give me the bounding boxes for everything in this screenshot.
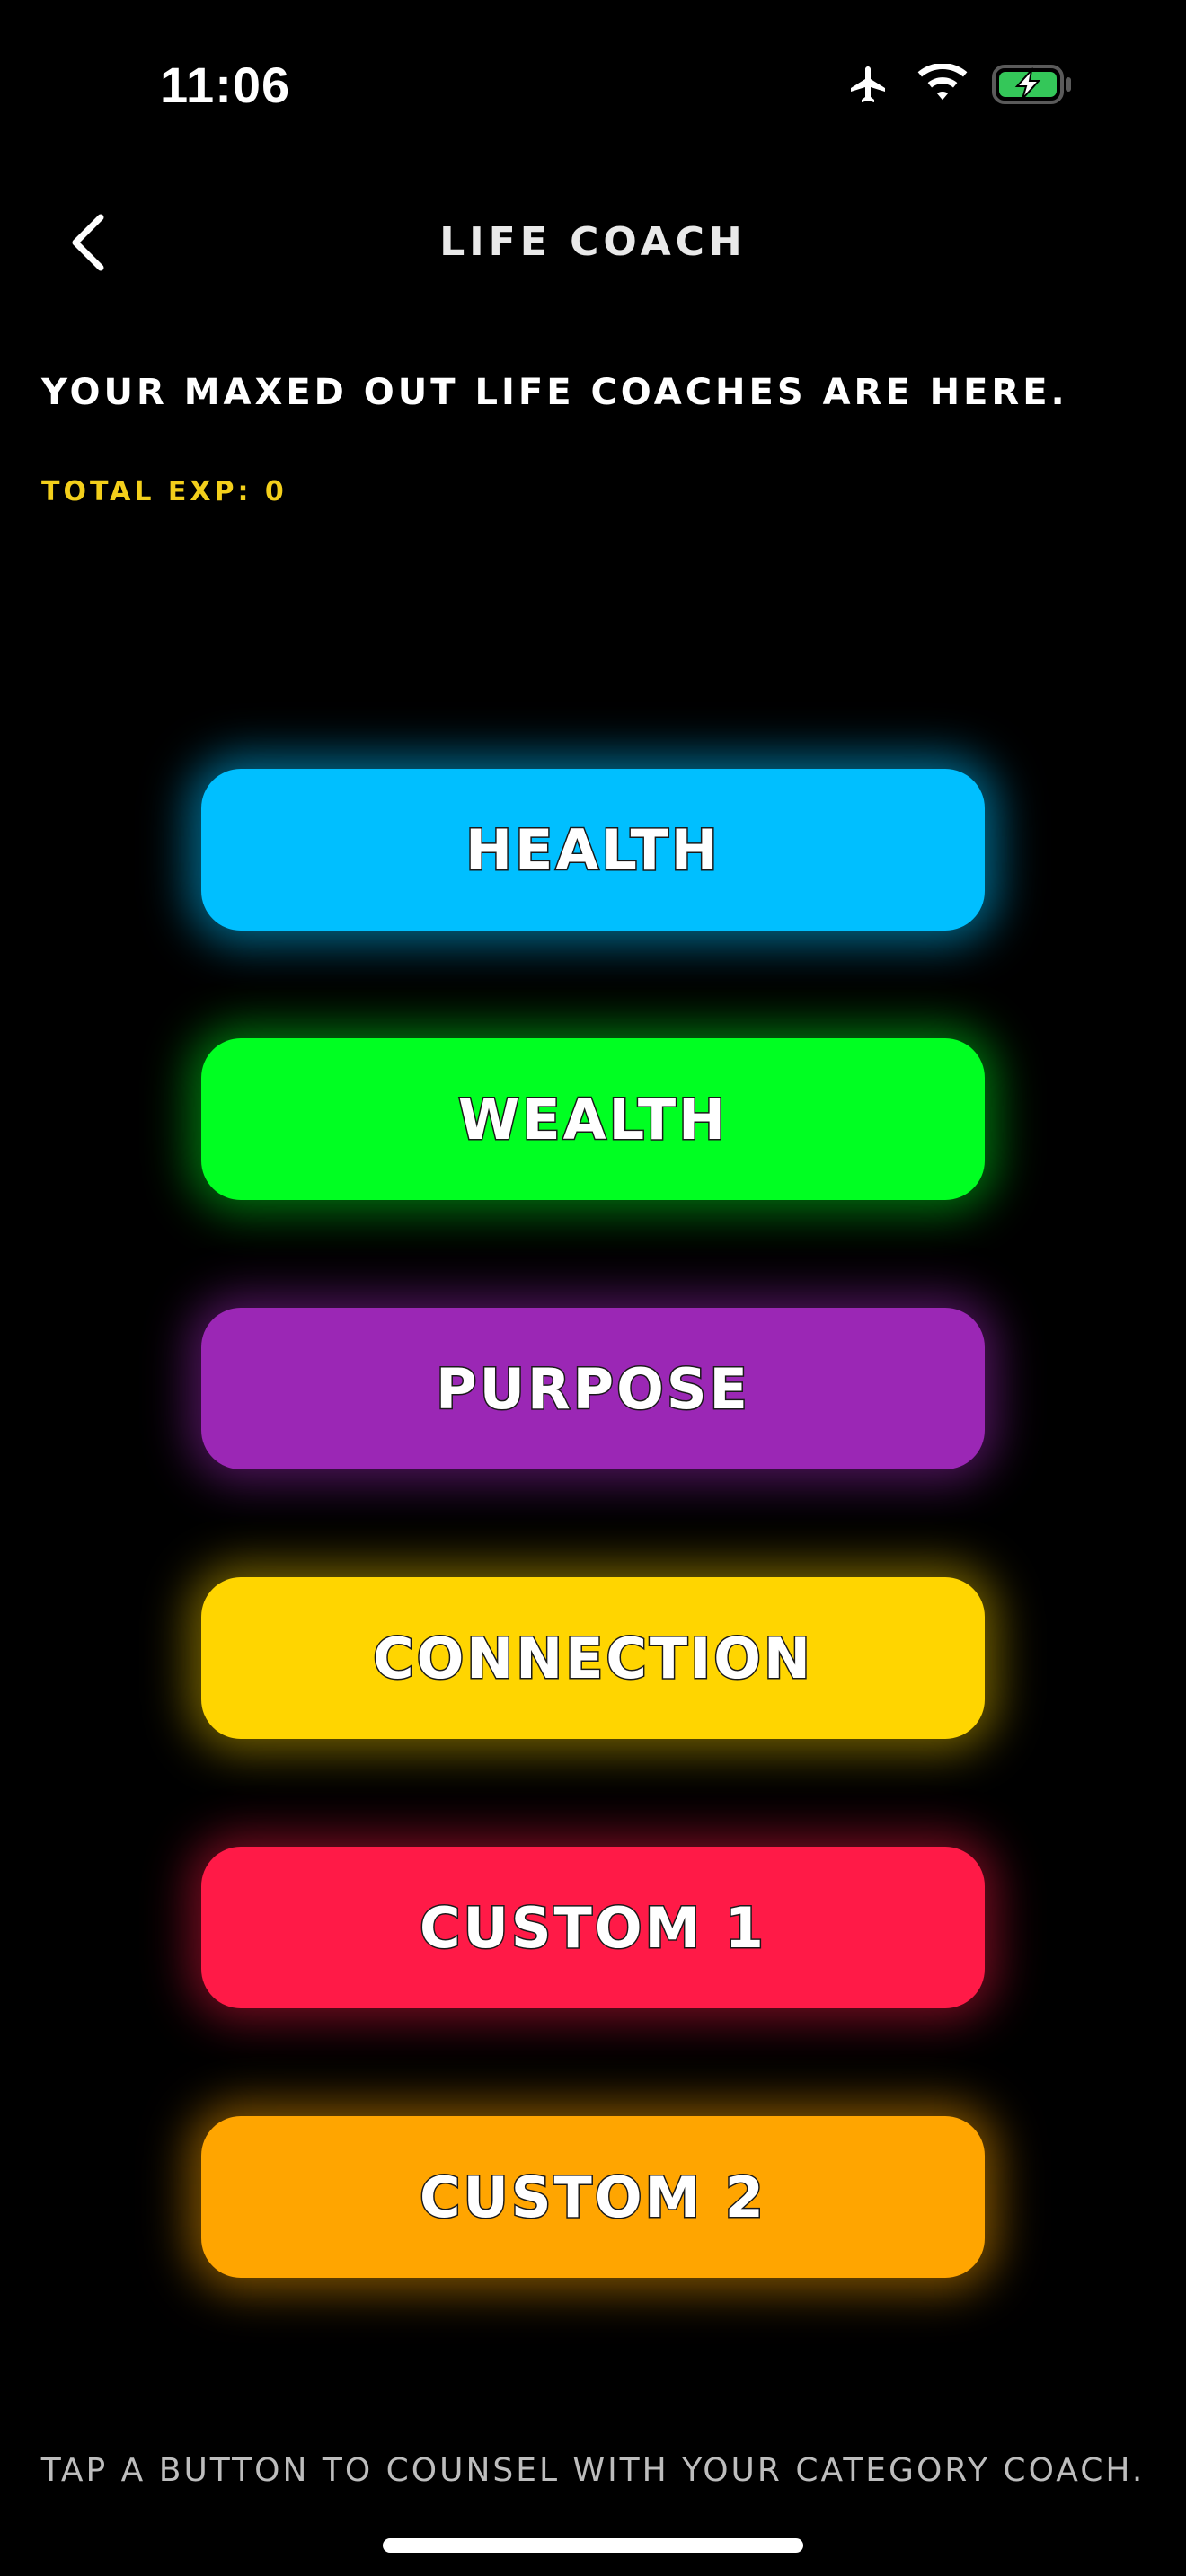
custom-2-coach-button[interactable]: CUSTOM 2: [201, 2116, 985, 2278]
connection-coach-button[interactable]: CONNECTION: [201, 1577, 985, 1739]
total-exp-label: TOTAL EXP: 0: [41, 476, 288, 507]
wifi-icon: [916, 64, 969, 105]
status-bar: 11:06: [0, 0, 1186, 171]
footer-hint: TAP A BUTTON TO COUNSEL WITH YOUR CATEGO…: [40, 2452, 1146, 2489]
status-time: 11:06: [160, 57, 291, 113]
battery-charging-icon: [992, 63, 1075, 106]
custom-1-coach-button[interactable]: CUSTOM 1: [201, 1847, 985, 2008]
wealth-coach-button[interactable]: WEALTH: [201, 1038, 985, 1200]
page-title: LIFE COACH: [439, 219, 747, 265]
purpose-coach-button[interactable]: PURPOSE: [201, 1308, 985, 1469]
home-indicator[interactable]: [383, 2538, 803, 2553]
health-coach-button[interactable]: HEALTH: [201, 769, 985, 931]
airplane-icon: [845, 63, 893, 106]
status-icons: [845, 63, 1075, 106]
subtitle: YOUR MAXED OUT LIFE COACHES ARE HERE.: [41, 372, 1068, 413]
